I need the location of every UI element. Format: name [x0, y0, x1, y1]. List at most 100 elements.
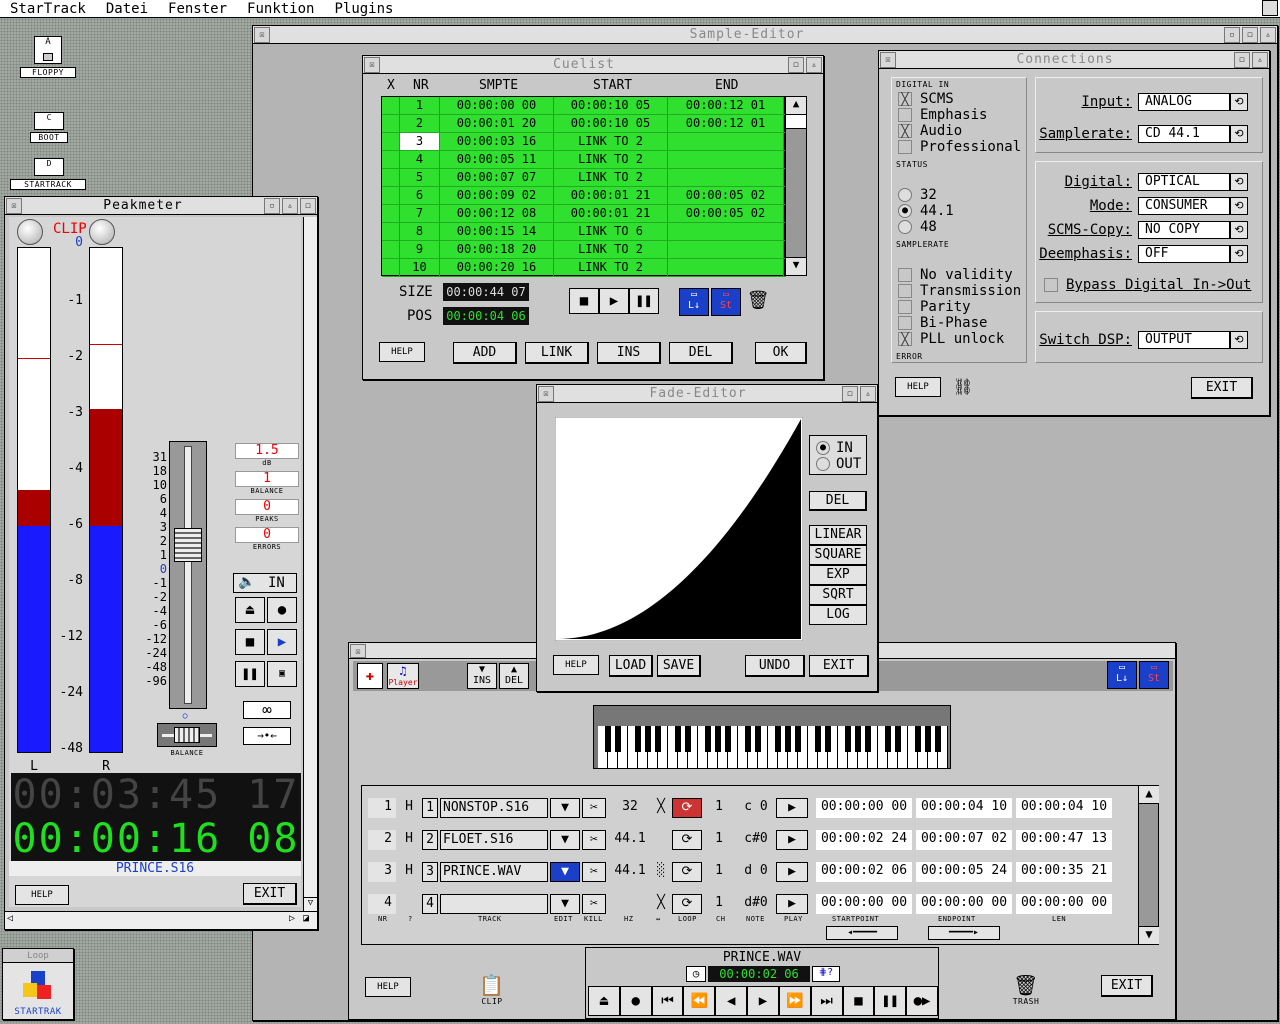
black-key[interactable] — [755, 726, 761, 752]
cue-row[interactable]: 8 00:00:15 14 LINK TO 6 — [382, 223, 786, 241]
black-key[interactable] — [705, 726, 711, 752]
play-icon[interactable]: ▶ — [599, 288, 629, 314]
track-name-field[interactable]: FLOET.S16 — [440, 830, 548, 850]
track-scrollbar[interactable]: ▲ ▼ — [1138, 786, 1159, 944]
desktop-icon-floppy[interactable]: A FLOPPY — [20, 36, 76, 80]
error-checkbox[interactable] — [898, 284, 912, 298]
scissors-icon[interactable]: ✂ — [582, 798, 606, 818]
close-icon[interactable]: ☒ — [538, 385, 554, 402]
curve-sqrt-button[interactable]: SQRT — [809, 585, 867, 605]
load-disk-icon[interactable]: ▭ L↓ — [1107, 661, 1137, 689]
backdrop-icon[interactable]: ▵ — [806, 56, 822, 73]
menu-plugins[interactable]: Plugins — [324, 0, 403, 17]
ins-track-button[interactable]: ▼ INS — [467, 663, 497, 689]
black-key[interactable] — [635, 726, 641, 752]
player-plugin-icon[interactable]: ♫ Player — [387, 663, 419, 689]
pause-icon[interactable]: ❚❚ — [235, 661, 265, 687]
cue-row[interactable]: 4 00:00:05 11 LINK TO 2 — [382, 151, 786, 169]
black-key[interactable] — [885, 726, 891, 752]
edit-track-button[interactable]: ▼ — [550, 894, 580, 914]
connections-titlebar[interactable]: ☒ Connections ◻ ▵ — [879, 51, 1269, 69]
scroll-right-icon[interactable]: ▷ — [289, 913, 295, 924]
cycle-icon[interactable]: ⟲ — [1230, 331, 1248, 349]
sync-icon[interactable]: ⋕? — [812, 966, 840, 982]
volume-fader-knob[interactable] — [174, 528, 202, 562]
cue-row[interactable]: 7 00:00:12 08 00:00:01 21 00:00:05 02 — [382, 205, 786, 223]
black-key[interactable] — [775, 726, 781, 752]
arrow-toggle[interactable]: ╳ — [652, 894, 670, 914]
fade-help-button[interactable]: HELP — [553, 655, 599, 675]
track-h-flag[interactable]: H — [402, 830, 416, 850]
sync-arrows-icon[interactable]: →•← — [243, 727, 291, 745]
balance-knob[interactable] — [174, 727, 200, 743]
fast-forward-icon[interactable]: ⏩ — [778, 986, 811, 1016]
digital-in-checkbox[interactable] — [898, 140, 912, 154]
cue-row[interactable]: 10 00:00:20 16 LINK TO 2 — [382, 259, 786, 277]
fade-load-button[interactable]: LOAD — [609, 655, 653, 677]
track-h-flag[interactable]: H — [402, 798, 416, 818]
step-back-icon[interactable]: ◀ — [715, 986, 748, 1016]
digital-in-checkbox[interactable] — [898, 108, 912, 122]
fade-curve-canvas[interactable] — [555, 417, 803, 641]
backdrop-icon[interactable]: ▵ — [1252, 51, 1268, 68]
play-track-icon[interactable]: ▶ — [776, 862, 808, 882]
piano-keyboard[interactable] — [593, 705, 951, 769]
track-name-field[interactable] — [440, 894, 548, 914]
tracks-help-button[interactable]: HELP — [365, 977, 411, 997]
stop-icon[interactable]: ■ — [842, 986, 875, 1016]
cue-row[interactable]: 1 00:00:00 00 00:00:10 05 00:00:12 01 — [382, 97, 786, 115]
fade-exit-button[interactable]: EXIT — [809, 655, 869, 677]
play-track-icon[interactable]: ▶ — [776, 894, 808, 914]
black-key[interactable] — [935, 726, 941, 752]
input-monitor-toggle[interactable]: 🔈 IN — [233, 573, 297, 593]
input-select[interactable]: ANALOG — [1138, 93, 1230, 111]
load-disk-icon[interactable]: ▭ L↓ — [679, 288, 709, 316]
connections-help-button[interactable]: HELP — [895, 377, 941, 397]
resize-icon[interactable]: ◪ — [303, 913, 309, 924]
stop-icon[interactable]: ■ — [235, 629, 265, 655]
black-key[interactable] — [605, 726, 611, 752]
deemphasis-select[interactable]: OFF — [1138, 245, 1230, 263]
cycle-icon[interactable]: ⟲ — [1230, 125, 1248, 143]
error-checkbox[interactable] — [898, 300, 912, 314]
arrow-toggle[interactable]: ░ — [652, 862, 670, 882]
close-icon[interactable]: ☒ — [6, 197, 22, 214]
pause-icon[interactable]: ❚❚ — [874, 986, 907, 1016]
black-key[interactable] — [645, 726, 651, 752]
play-record-icon[interactable]: ●▶ — [906, 986, 938, 1016]
cycle-icon[interactable]: ⟲ — [1230, 221, 1248, 239]
black-key[interactable] — [675, 726, 681, 752]
fade-editor-titlebar[interactable]: ☒ Fade-Editor ◻ ▵ — [537, 385, 877, 403]
trash-icon[interactable]: 🗑 — [745, 290, 771, 316]
window-cycle-icon[interactable] — [1262, 0, 1278, 16]
peakmeter-titlebar[interactable]: ☒ Peakmeter ▫ ▵ ◻ — [5, 197, 317, 215]
iconify-icon[interactable]: ▫ — [264, 197, 280, 214]
black-key[interactable] — [725, 726, 731, 752]
piano-keys[interactable] — [598, 726, 948, 768]
close-icon[interactable]: ☒ — [254, 26, 270, 43]
mode-select[interactable]: CONSUMER — [1138, 197, 1230, 215]
scroll-up-icon[interactable]: ▲ — [1139, 786, 1159, 804]
desktop-icon-startrack[interactable]: D STARTRACK — [8, 158, 88, 192]
samplerate-select[interactable]: CD 44.1 — [1138, 125, 1230, 143]
cue-scrollbar[interactable]: ▲ ▼ — [785, 96, 807, 276]
maximize-icon[interactable]: ◻ — [788, 56, 804, 73]
loop-icon[interactable]: ⟳ — [672, 798, 702, 818]
save-disk-icon[interactable]: ▭ St — [711, 288, 741, 316]
rewind-icon[interactable]: ⏪ — [683, 986, 716, 1016]
black-key[interactable] — [895, 726, 901, 752]
clipboard-icon[interactable]: 📋 — [479, 973, 504, 997]
backdrop-icon[interactable]: ▵ — [860, 385, 876, 402]
eject-icon[interactable]: ⏏ — [235, 597, 265, 623]
pause-icon[interactable]: ❚❚ — [629, 288, 659, 314]
peakmeter-hscroll[interactable]: ◁ ▷ ◪ — [5, 911, 317, 929]
black-key[interactable] — [915, 726, 921, 752]
ins-button[interactable]: INS — [597, 342, 661, 364]
samplerate-radio[interactable] — [898, 188, 912, 202]
scissors-icon[interactable]: ✂ — [582, 894, 606, 914]
scroll-thumb[interactable] — [786, 115, 806, 129]
cue-table[interactable]: 1 00:00:00 00 00:00:10 05 00:00:12 01 2 00:00… — [381, 96, 786, 277]
black-key[interactable] — [825, 726, 831, 752]
menu-datei[interactable]: Datei — [96, 0, 158, 17]
black-key[interactable] — [745, 726, 751, 752]
